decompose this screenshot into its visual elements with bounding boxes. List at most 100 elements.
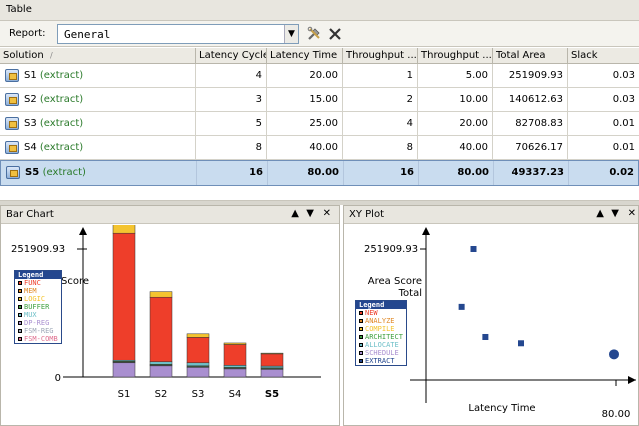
close-icon[interactable]: ✕ — [323, 208, 331, 219]
column-header-latency-time[interactable]: Latency Time — [267, 48, 343, 64]
bar-segment-logic-s2[interactable] — [149, 291, 173, 298]
legend-swatch — [18, 289, 22, 293]
y-axis-arrow — [422, 227, 430, 235]
legend-item: FUNC — [15, 279, 61, 287]
close-icon[interactable]: ✕ — [628, 208, 636, 219]
column-header-throughput-cycles[interactable]: Throughput ... — [343, 48, 418, 64]
throughput-time-cell: 20.00 — [418, 112, 493, 136]
legend-label: FSM-COMB — [24, 335, 58, 343]
bar-segment-mux-s4[interactable] — [223, 365, 247, 368]
configure-tools-icon[interactable] — [305, 25, 323, 43]
table-row[interactable]: S3 (extract) 5 25.00 4 20.00 82708.83 0.… — [0, 112, 639, 136]
bar-segment-func-s1[interactable] — [112, 232, 136, 361]
throughput-cycles-cell: 8 — [343, 136, 418, 160]
legend-label: DP-REG — [24, 319, 50, 327]
table-header: Solution / Latency Cycles Latency Time T… — [0, 48, 639, 64]
table-row[interactable]: S4 (extract) 8 40.00 8 40.00 70626.17 0.… — [0, 136, 639, 160]
column-header-throughput-time[interactable]: Throughput ... — [418, 48, 493, 64]
solution-id: S5 — [25, 167, 40, 178]
report-label: Report: — [9, 28, 46, 39]
bar-segment-mux-s5[interactable] — [260, 365, 284, 369]
legend-swatch — [18, 329, 22, 333]
latency-time-cell: 40.00 — [267, 136, 343, 160]
solution-id: S3 — [24, 118, 37, 129]
slack-cell: 0.01 — [612, 118, 635, 129]
bar-segment-logic-s1[interactable] — [112, 225, 136, 234]
throughput-time-cell: 5.00 — [418, 64, 493, 88]
column-header-slack[interactable]: Slack — [568, 48, 639, 64]
legend-swatch — [18, 305, 22, 309]
slack-cell: 0.01 — [612, 142, 635, 153]
legend-label: ARCHITECT — [365, 333, 403, 341]
legend-label: EXTRACT — [365, 357, 395, 365]
close-icon[interactable] — [326, 25, 344, 43]
throughput-cycles-cell: 16 — [344, 161, 419, 185]
bar-segment-logic-s5[interactable] — [260, 352, 284, 355]
slack-cell: 0.03 — [612, 94, 635, 105]
solution-tag: (extract) — [39, 118, 84, 129]
legend-swatch — [359, 359, 363, 363]
scatter-point-s4[interactable] — [518, 340, 524, 347]
eject-icon[interactable]: ▲ — [596, 208, 604, 219]
scatter-point-s3[interactable] — [482, 333, 489, 340]
legend-swatch — [359, 311, 363, 315]
total-area-cell: 140612.63 — [493, 88, 568, 112]
chevron-down-icon[interactable]: ▼ — [284, 25, 298, 43]
bar-segment-mux-s2[interactable] — [149, 361, 173, 365]
legend-label: FSM-REG — [24, 327, 54, 335]
scatter-point-s2[interactable] — [458, 303, 465, 310]
latency-cycles-cell: 4 — [196, 64, 267, 88]
solution-tag: (extract) — [39, 142, 84, 153]
solution-tag: (extract) — [39, 70, 84, 81]
chevron-down-icon[interactable]: ▼ — [306, 208, 314, 219]
report-select-value: General — [64, 28, 111, 41]
column-header-total-area[interactable]: Total Area — [493, 48, 568, 64]
bar-segment-dp-reg-s5[interactable] — [260, 369, 284, 378]
legend-swatch — [359, 319, 363, 323]
report-select[interactable]: General ▼ — [57, 24, 299, 44]
bar-segment-func-s4[interactable] — [223, 344, 247, 366]
y-tick-label-max: 251909.93 — [364, 244, 418, 255]
legend-swatch — [18, 313, 22, 317]
bar-segment-dp-reg-s4[interactable] — [223, 368, 247, 378]
legend-label: ANALYZE — [365, 317, 395, 325]
latency-cycles-cell: 5 — [196, 112, 267, 136]
scatter-point-s1[interactable] — [470, 246, 477, 252]
table-row[interactable]: S2 (extract) 3 15.00 2 10.00 140612.63 0… — [0, 88, 639, 112]
solution-icon — [5, 117, 19, 130]
chevron-down-icon[interactable]: ▼ — [611, 208, 619, 219]
eject-icon[interactable]: ▲ — [291, 208, 299, 219]
bar-segment-dp-reg-s2[interactable] — [149, 365, 173, 378]
solution-cell: S5 (extract) — [1, 161, 197, 185]
xy-plot-legend: Legend NEW ANALYZE COMPILE ARCHITECT ALLOCATE… — [355, 300, 407, 366]
solution-tag: (extract) — [42, 167, 86, 178]
column-header-solution[interactable]: Solution / — [0, 48, 196, 64]
bar-segment-func-s3[interactable] — [186, 337, 210, 364]
table-row-selected[interactable]: S5 (extract) 16 80.00 16 80.00 49337.23 … — [0, 160, 639, 186]
table-panel-title-text: Table — [6, 4, 32, 15]
report-toolbar: Report: General ▼ — [0, 21, 639, 47]
total-area-cell: 49337.23 — [494, 161, 569, 185]
bar-segment-logic-s4[interactable] — [223, 342, 247, 345]
column-header-latency-cycles[interactable]: Latency Cycles — [196, 48, 267, 64]
solution-cell: S4 (extract) — [0, 136, 196, 160]
legend-swatch — [18, 281, 22, 285]
scatter-point-s5[interactable] — [609, 349, 619, 360]
solution-icon — [6, 166, 20, 179]
solution-cell: S1 (extract) — [0, 64, 196, 88]
bar-segment-dp-reg-s3[interactable] — [186, 367, 210, 378]
legend-item: ANALYZE — [356, 317, 406, 325]
latency-cycles-cell: 8 — [196, 136, 267, 160]
bar-segment-mux-s3[interactable] — [186, 362, 210, 367]
xy-plot-title: XY Plot — [349, 209, 384, 220]
latency-time-cell: 20.00 — [267, 64, 343, 88]
x-tick-label: S5 — [265, 389, 279, 400]
table-row[interactable]: S1 (extract) 4 20.00 1 5.00 251909.93 0.… — [0, 64, 639, 88]
bar-segment-func-s2[interactable] — [149, 296, 173, 363]
bar-segment-func-s5[interactable] — [260, 353, 284, 367]
bar-segment-logic-s3[interactable] — [186, 333, 210, 338]
throughput-cycles-cell: 1 — [343, 64, 418, 88]
bar-segment-dp-reg-s1[interactable] — [112, 362, 136, 378]
y-axis-label-line1: Area Score — [368, 276, 422, 287]
solution-cell: S2 (extract) — [0, 88, 196, 112]
